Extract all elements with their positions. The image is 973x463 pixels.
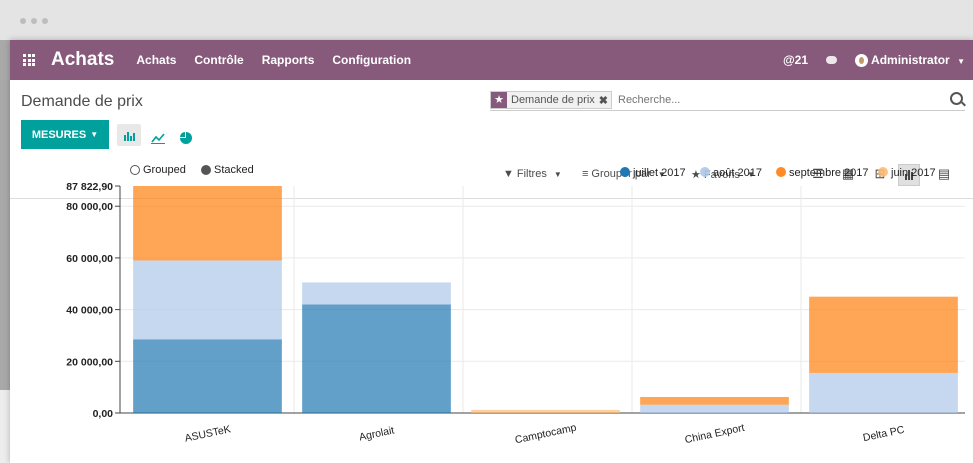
bar-segment bbox=[640, 396, 789, 405]
window-dot bbox=[31, 18, 37, 24]
remove-facet-icon[interactable]: ✖ bbox=[599, 94, 611, 107]
window-titlebar bbox=[0, 0, 973, 40]
notifications-counter[interactable]: @21 bbox=[783, 53, 808, 67]
pie-chart-mode-icon[interactable] bbox=[178, 128, 194, 144]
y-tick-label: 20 000,00 bbox=[66, 356, 113, 368]
search-icon[interactable] bbox=[950, 92, 963, 105]
mesures-label: MESURES bbox=[31, 128, 87, 141]
menu-item-rapports[interactable]: Rapports bbox=[262, 53, 315, 67]
window-dot bbox=[42, 18, 48, 24]
facet-label: Demande de prix bbox=[511, 94, 595, 106]
window-dot bbox=[20, 18, 26, 24]
menu-item-controle[interactable]: Contrôle bbox=[194, 53, 243, 67]
search-input[interactable] bbox=[616, 93, 920, 107]
bar-segment bbox=[302, 304, 451, 413]
x-tick-label: Camptocamp bbox=[514, 422, 578, 447]
legend-marker bbox=[878, 167, 888, 177]
breadcrumb: Demande de prix bbox=[21, 93, 143, 110]
legend-marker bbox=[776, 167, 786, 177]
legend-marker bbox=[620, 167, 630, 177]
menu-item-configuration[interactable]: Configuration bbox=[332, 53, 411, 67]
legend-label: septembre 2017 bbox=[789, 167, 869, 179]
legend-label: août 2017 bbox=[713, 167, 762, 179]
star-icon: ★ bbox=[491, 92, 507, 108]
user-name: Administrator bbox=[871, 52, 950, 67]
x-tick-label: China Export bbox=[684, 422, 746, 446]
bar-chart-mode-icon[interactable] bbox=[117, 124, 141, 146]
user-menu[interactable]: Administrator ▼ bbox=[855, 52, 965, 68]
bar-segment bbox=[809, 296, 958, 373]
bar-segment bbox=[133, 186, 282, 261]
search-bar: ★ Demande de prix ✖ bbox=[490, 90, 965, 111]
x-tick-label: Agrolait bbox=[358, 424, 395, 443]
x-tick-label: ASUSTeK bbox=[184, 423, 232, 444]
line-chart-mode-icon[interactable] bbox=[150, 128, 166, 144]
bar-segment bbox=[133, 260, 282, 340]
bar-segment bbox=[809, 372, 958, 413]
chart-area: Grouped Stacked juillet 2017 août 2017 sep… bbox=[10, 158, 973, 463]
bar-segment bbox=[133, 339, 282, 413]
bar-segment bbox=[302, 282, 451, 305]
bar-segment bbox=[471, 409, 620, 413]
x-tick-label: Delta PC bbox=[862, 424, 906, 445]
main-navbar: Achats Achats Contrôle Rapports Configur… bbox=[10, 40, 973, 80]
legend-label: juillet 2017 bbox=[632, 167, 686, 179]
y-tick-label: 40 000,00 bbox=[66, 305, 113, 317]
y-tick-label: 60 000,00 bbox=[66, 253, 113, 265]
chat-icon[interactable] bbox=[826, 56, 838, 64]
apps-grid-icon[interactable] bbox=[23, 54, 35, 66]
bar-segment bbox=[640, 404, 789, 413]
y-tick-label: 0,00 bbox=[93, 408, 114, 420]
chevron-down-icon: ▼ bbox=[957, 56, 965, 66]
legend-label: juin 2017 bbox=[890, 167, 936, 179]
mesures-button[interactable]: MESURES ▼ bbox=[21, 120, 109, 149]
chevron-down-icon: ▼ bbox=[90, 130, 99, 139]
app-title[interactable]: Achats bbox=[51, 49, 114, 71]
search-facet: ★ Demande de prix ✖ bbox=[490, 91, 612, 109]
window-controls bbox=[20, 18, 48, 24]
legend-marker bbox=[700, 167, 710, 177]
avatar bbox=[855, 54, 869, 68]
y-tick-label: 80 000,00 bbox=[66, 201, 113, 213]
bar-chart: juillet 2017 août 2017 septembre 2017 juin … bbox=[66, 167, 965, 447]
navbar-right: @21 Administrator ▼ bbox=[783, 40, 965, 80]
y-tick-label: 87 822,90 bbox=[66, 181, 113, 193]
odoo-window: Achats Achats Contrôle Rapports Configur… bbox=[10, 40, 973, 463]
menu-item-achats[interactable]: Achats bbox=[136, 53, 176, 67]
